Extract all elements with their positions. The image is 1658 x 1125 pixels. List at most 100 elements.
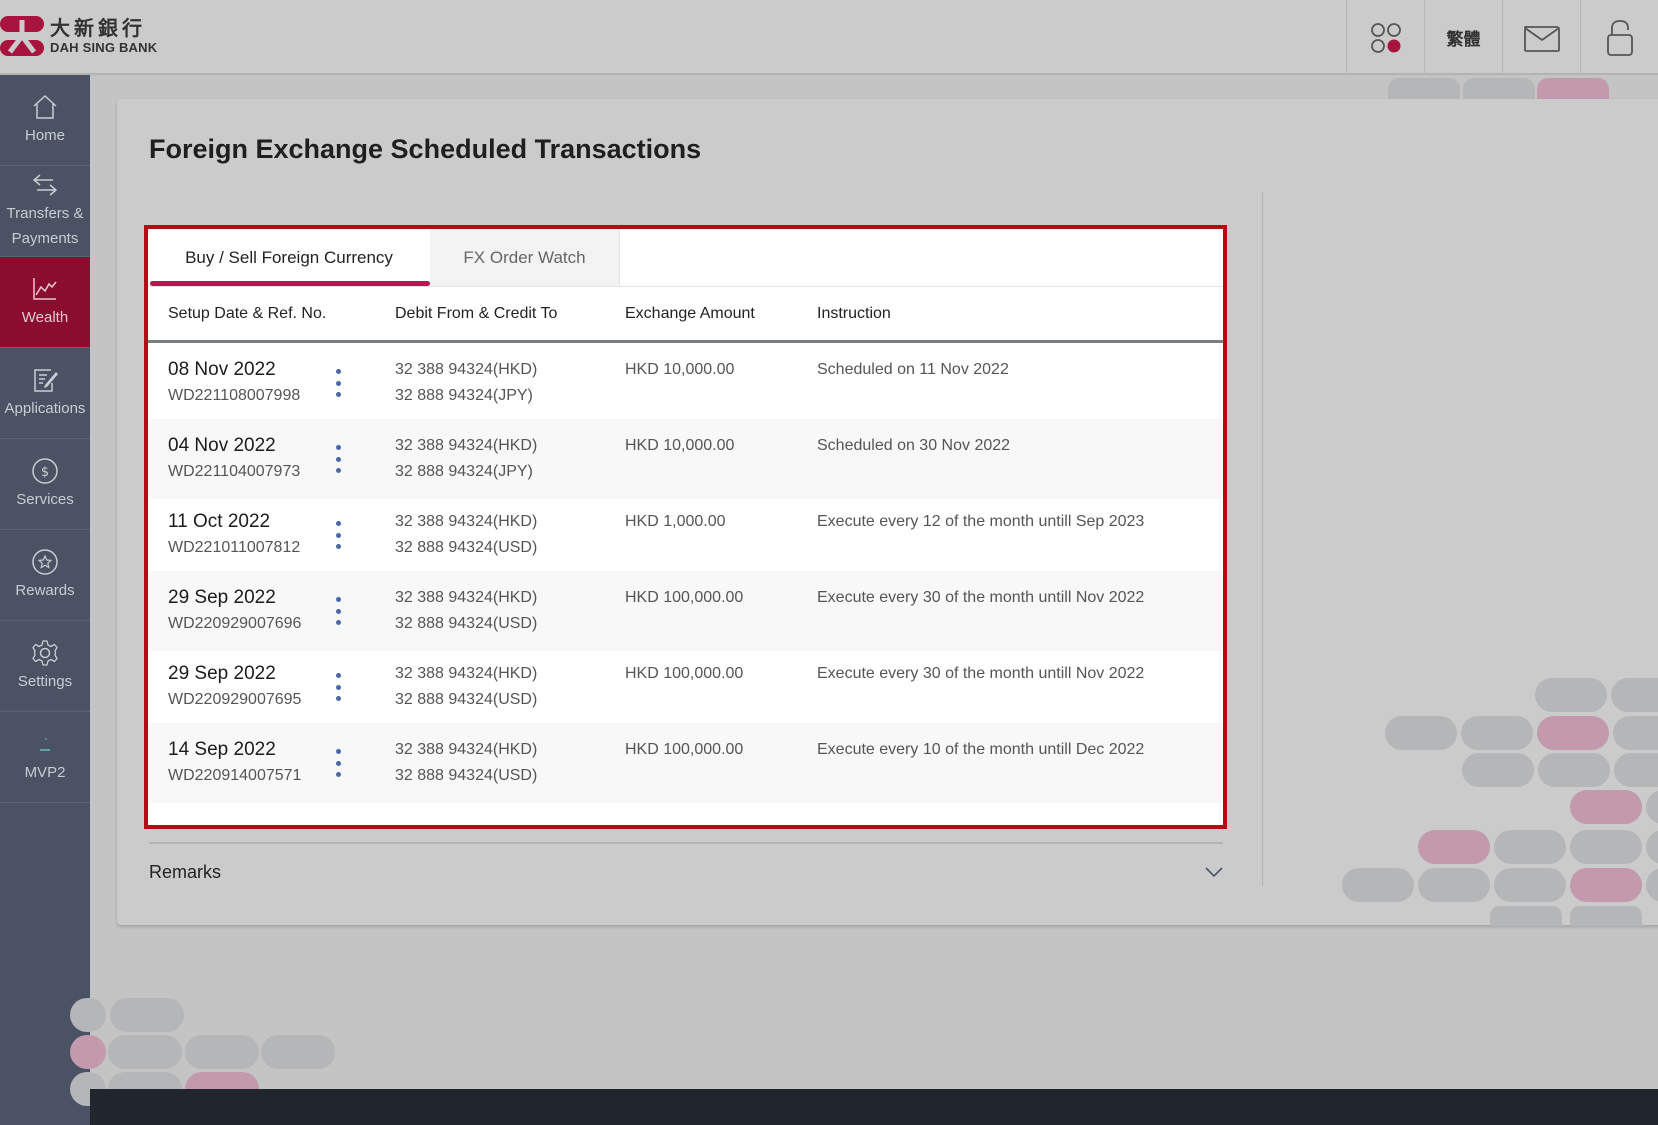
exchange-amount: HKD 100,000.00 (625, 741, 744, 758)
sidebar-item-label: Settings (17, 672, 73, 690)
row-menu-button[interactable] (331, 369, 345, 397)
credit-account: 32 888 94324(JPY) (395, 463, 533, 480)
language-label: 繁體 (1446, 30, 1481, 49)
column-header-setup-date: Setup Date & Ref. No. (168, 305, 327, 322)
mvp-icon (40, 736, 50, 751)
row-menu-button[interactable] (331, 673, 345, 701)
bank-logo[interactable]: 大新銀行 DAH SING BANK (0, 16, 157, 56)
more-vertical-icon (335, 445, 341, 450)
remarks-divider (149, 842, 1223, 844)
sidebar-item-label: Wealth (21, 308, 69, 326)
table-row: 11 Oct 2022 WD221011007812 32 388 94324(… (148, 495, 1223, 575)
logout-button[interactable] (1580, 0, 1658, 75)
row-menu-button[interactable] (331, 749, 345, 777)
instruction: Execute every 30 of the month untill Nov… (817, 665, 1145, 682)
language-toggle-button[interactable]: 繁體 (1424, 0, 1502, 75)
sidebar-item-label-line1: Transfers & (6, 205, 84, 222)
gear-icon (32, 639, 58, 666)
instruction: Execute every 10 of the month untill Dec… (817, 741, 1145, 758)
home-icon (33, 94, 57, 119)
footer-bar (90, 1089, 1658, 1125)
column-header-exchange-amount: Exchange Amount (625, 305, 755, 322)
chevron-down-icon[interactable] (1205, 866, 1223, 878)
table-row: 08 Nov 2022 WD221108007998 32 388 94324(… (148, 343, 1223, 423)
sidebar-item-wealth[interactable]: Wealth (0, 257, 90, 348)
reference-number: WD220929007696 (168, 615, 302, 632)
table-row: 29 Sep 2022 WD220929007695 32 388 94324(… (148, 647, 1223, 727)
setup-date: 29 Sep 2022 (168, 663, 276, 684)
table-row: 29 Sep 2022 WD220929007696 32 388 94324(… (148, 571, 1223, 651)
chart-line-icon (33, 277, 57, 300)
sidebar-item-home[interactable]: Home (0, 75, 90, 166)
row-menu-button[interactable] (331, 597, 345, 625)
sidebar-item-rewards[interactable]: Rewards (0, 530, 90, 621)
column-header-debit-credit: Debit From & Credit To (395, 305, 558, 322)
debit-account: 32 388 94324(HKD) (395, 513, 538, 530)
setup-date: 14 Sep 2022 (168, 739, 276, 760)
instruction: Scheduled on 30 Nov 2022 (817, 437, 1011, 454)
svg-text:$: $ (41, 465, 49, 480)
tab-bar: Buy / Sell Foreign Currency FX Order Wat… (148, 229, 1223, 287)
sidebar-item-applications[interactable]: Applications (0, 348, 90, 439)
table-row: 04 Nov 2022 WD221104007973 32 388 94324(… (148, 419, 1223, 499)
apps-button[interactable] (1346, 0, 1424, 75)
tab-buy-sell-foreign-currency[interactable]: Buy / Sell Foreign Currency (148, 229, 430, 286)
row-menu-button[interactable] (331, 521, 345, 549)
tab-fx-order-watch[interactable]: FX Order Watch (430, 229, 620, 286)
sidebar-item-mvp2[interactable]: MVP2 (0, 712, 90, 803)
column-divider (1262, 192, 1263, 886)
bank-name-chinese: 大新銀行 (50, 17, 146, 40)
instruction: Execute every 12 of the month untill Sep… (817, 513, 1145, 530)
star-circle-icon (32, 548, 58, 575)
instruction: Execute every 30 of the month untill Nov… (817, 589, 1145, 606)
page-title: Foreign Exchange Scheduled Transactions (149, 134, 702, 164)
exchange-amount: HKD 1,000.00 (625, 513, 726, 530)
sidebar-item-label: Home (24, 126, 65, 144)
exchange-amount: HKD 100,000.00 (625, 589, 744, 606)
dah-sing-logo-icon (0, 16, 44, 56)
messages-button[interactable] (1502, 0, 1580, 75)
setup-date: 29 Sep 2022 (168, 587, 276, 608)
sidebar-item-label-line2: Payments (11, 230, 79, 247)
sidebar-item-transfers-payments[interactable]: Transfers & Payments (0, 166, 90, 257)
more-vertical-icon (335, 369, 341, 374)
transfer-arrows-icon (32, 174, 58, 196)
row-menu-button[interactable] (331, 445, 345, 473)
setup-date: 08 Nov 2022 (168, 359, 276, 380)
reference-number: WD221108007998 (168, 387, 301, 404)
scheduled-transactions-panel: Buy / Sell Foreign Currency FX Order Wat… (144, 225, 1227, 829)
instruction: Scheduled on 11 Nov 2022 (817, 361, 1009, 378)
setup-date: 04 Nov 2022 (168, 435, 276, 456)
debit-account: 32 388 94324(HKD) (395, 437, 538, 454)
bank-name-english: DAH SING BANK (50, 39, 158, 55)
exchange-amount: HKD 10,000.00 (625, 361, 735, 378)
credit-account: 32 888 94324(JPY) (395, 387, 533, 404)
dollar-circle-icon: $ (32, 457, 58, 484)
reference-number: WD221011007812 (168, 539, 301, 556)
remarks-accordion[interactable]: Remarks (149, 855, 1223, 889)
unlock-icon (1606, 19, 1633, 56)
sidebar-item-settings[interactable]: Settings (0, 621, 90, 712)
edit-document-icon (34, 368, 58, 392)
sidebar-item-services[interactable]: $ Services (0, 439, 90, 530)
sidebar-item-label: Services (16, 490, 74, 508)
table-row: 14 Sep 2022 WD220914007571 32 388 94324(… (148, 723, 1223, 803)
column-header-instruction: Instruction (817, 305, 891, 322)
credit-account: 32 888 94324(USD) (395, 539, 538, 556)
debit-account: 32 388 94324(HKD) (395, 741, 538, 758)
credit-account: 32 888 94324(USD) (395, 691, 538, 708)
reference-number: WD220914007571 (168, 767, 302, 784)
more-vertical-icon (335, 521, 341, 526)
reference-number: WD221104007973 (168, 463, 301, 480)
debit-account: 32 388 94324(HKD) (395, 361, 538, 378)
sidebar-item-label: Rewards (15, 581, 75, 599)
exchange-amount: HKD 100,000.00 (625, 665, 744, 682)
setup-date: 11 Oct 2022 (168, 511, 271, 532)
exchange-amount: HKD 10,000.00 (625, 437, 735, 454)
top-header: 大新銀行 DAH SING BANK 繁體 (0, 0, 1658, 75)
debit-account: 32 388 94324(HKD) (395, 665, 538, 682)
debit-account: 32 388 94324(HKD) (395, 589, 538, 606)
sidebar-item-label: MVP2 (24, 763, 66, 781)
apps-grid-icon (1370, 22, 1401, 53)
mail-icon (1523, 25, 1560, 52)
